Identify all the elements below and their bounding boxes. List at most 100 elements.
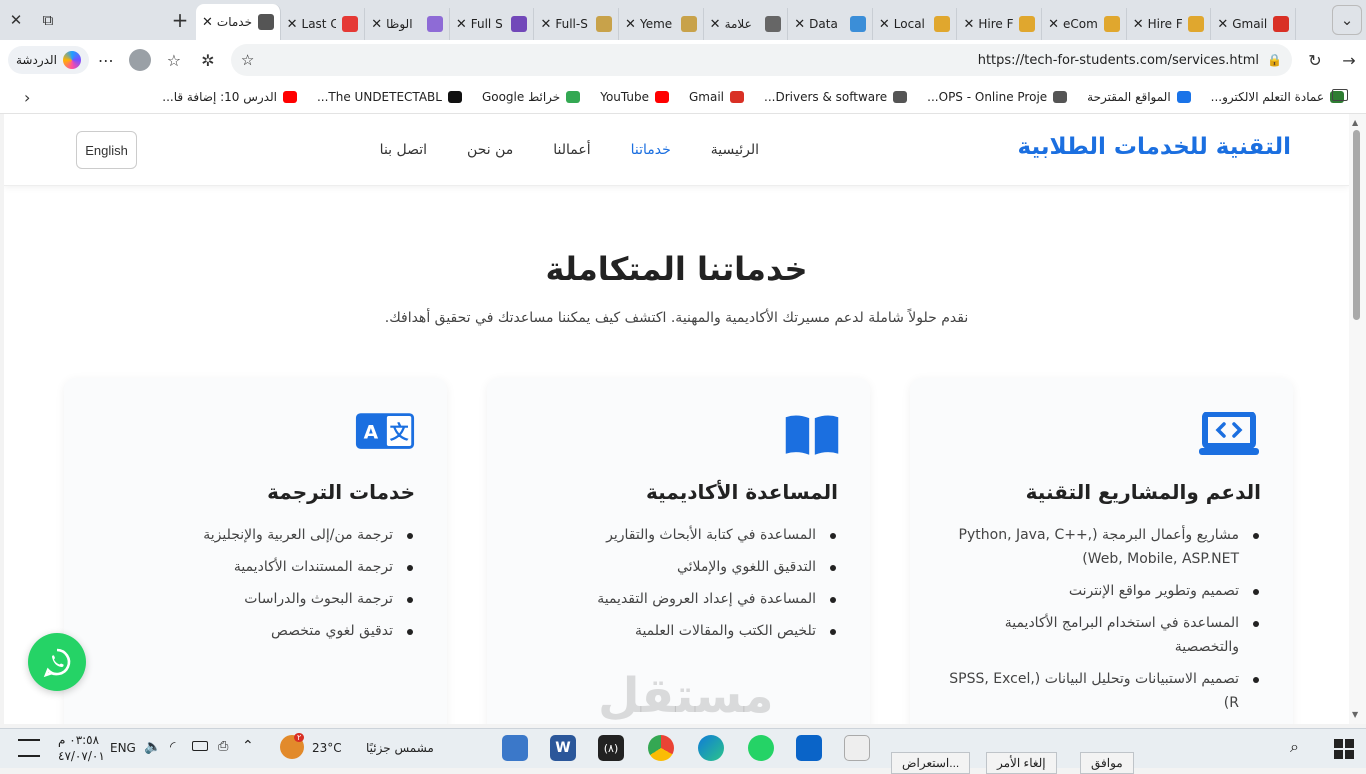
taskbar-app-3[interactable]: (٨) [598,735,624,761]
close-tab-icon[interactable]: ✕ [371,17,382,32]
whatsapp-app-icon[interactable] [748,735,774,761]
bookmark-icon [447,90,462,103]
notification-center-icon[interactable] [18,739,40,757]
browser-tab[interactable]: ✕ Hire F [1127,8,1212,40]
bookmark-item[interactable]: المواقع المقترحة [1077,90,1201,104]
browser-tab[interactable]: ✕ eCom [1042,8,1127,40]
bookmarks-folder-icon[interactable] [1332,89,1348,101]
bookmark-item[interactable]: YouTube [590,90,679,104]
windows-start-icon[interactable] [1334,739,1354,759]
bookmark-item[interactable]: الدرس 10: إضافة قا... [152,90,307,104]
edge-icon[interactable] [698,735,724,761]
close-tab-icon[interactable]: ✕ [710,17,721,32]
volume-icon[interactable]: 🔈 [144,739,161,755]
scroll-up-icon[interactable]: ▲ [1352,118,1358,127]
close-tab-icon[interactable]: ✕ [963,17,974,32]
input-language[interactable]: ENG [110,741,136,755]
chrome-icon[interactable] [648,735,674,761]
browser-tab[interactable]: ✕ Last C [281,8,366,40]
word-app-icon[interactable]: W [550,735,576,761]
bookmarks-overflow-icon[interactable]: ‹ [24,88,30,107]
page-scrollbar[interactable]: ▲ ▼ [1349,114,1366,724]
lock-icon[interactable]: 🔒 [1267,53,1282,67]
outlook-icon[interactable] [796,735,822,761]
copilot-label: الدردشة [16,53,57,67]
address-bar[interactable]: ☆ https://tech-for-students.com/services… [230,44,1292,76]
browser-tab[interactable]: ✕ Yeme [619,8,704,40]
add-favorite-icon[interactable]: ☆ [241,51,254,69]
bookmark-item[interactable]: OPS - Online Proje... [917,90,1077,104]
profile-avatar[interactable] [123,44,157,76]
wifi-icon[interactable]: ◜ [170,739,175,755]
url-text[interactable]: https://tech-for-students.com/services.h… [254,53,1267,68]
language-toggle-button[interactable]: English [76,131,137,169]
nav-link[interactable]: اتصل بنا [380,142,427,158]
whatsapp-chat-button[interactable] [28,633,86,691]
show-hidden-icons[interactable]: ⌃ [242,738,254,754]
list-item: تصميم وتطوير مواقع الإنترنت [940,579,1261,603]
refresh-icon[interactable]: ↻ [1298,44,1332,76]
tab-list-dropdown-icon[interactable]: ⌄ [1332,5,1362,35]
browser-tab[interactable]: ✕ Full-S [534,8,620,40]
close-tab-icon[interactable]: ✕ [1133,17,1144,32]
bookmark-item[interactable]: Gmail [679,90,754,104]
gmail-icon [1272,16,1289,32]
close-tab-icon[interactable]: ✕ [287,17,298,32]
close-tab-icon[interactable]: ✕ [540,17,551,32]
search-icon[interactable]: ⌕ [1290,737,1299,757]
taskbar-app-1[interactable] [502,735,528,761]
bookmark-item[interactable]: عمادة التعلم الالكترو... [1201,90,1354,104]
doc-icon [765,16,782,32]
close-tab-icon[interactable]: ✕ [456,17,467,32]
browser-tab[interactable]: ✕ Data [788,8,873,40]
close-tab-icon[interactable]: ✕ [794,17,805,32]
browser-tab[interactable]: ✕ Local [873,8,958,40]
close-tab-icon[interactable]: ✕ [1217,17,1228,32]
nav-link[interactable]: أعمالنا [553,142,590,158]
nav-link[interactable]: من نحن [467,142,513,158]
battery-icon[interactable] [192,741,208,751]
browser-tab[interactable]: ✕ Hire F [957,8,1043,40]
copilot-chat-button[interactable]: الدردشة [8,46,89,74]
site-brand[interactable]: التقنية للخدمات الطلابية [1018,134,1291,160]
close-tab-icon[interactable]: ✕ [1048,17,1059,32]
extensions-icon[interactable]: ✲ [191,44,225,76]
bookmark-item[interactable]: Drivers & software... [754,90,917,104]
nav-link[interactable]: خدماتنا [631,142,671,158]
card-list: ترجمة من/إلى العربية والإنجليزية ترجمة ال… [94,523,415,651]
close-tab-icon[interactable]: ✕ [202,15,213,30]
browser-tab[interactable]: ✕ خدمات [196,4,281,40]
tab-label: خدمات [216,15,252,29]
scrollbar-thumb[interactable] [1353,130,1360,320]
bookmark-item[interactable]: خرائط Google [472,90,590,104]
close-window-icon[interactable]: ✕ [0,4,32,36]
clock-date[interactable]: ٤٧/٠٧/٠١ [58,749,105,763]
bookmark-item[interactable]: The UNDETECTABL... [307,90,472,104]
card-list: مشاريع وأعمال البرمجة (Python, Java, C++… [940,523,1261,723]
ok-button[interactable]: موافق [1080,752,1134,774]
tab-actions-icon[interactable]: ⧉ [32,4,64,36]
weather-text[interactable]: مشمس جزئيًا [366,741,434,755]
nav-link[interactable]: الرئيسية [711,142,759,158]
bookmark-label: Gmail [689,89,725,104]
meet-now-icon[interactable]: ⎙ [218,739,228,754]
browser-tab[interactable]: ✕ علامة [704,8,789,40]
favorites-icon[interactable]: ☆ [157,44,191,76]
weather-temp[interactable]: 23°C [312,741,342,755]
tab-label: Yeme [639,17,673,31]
clock-time[interactable]: ٠٣:٥٨ م [58,733,99,747]
cancel-button[interactable]: إلغاء الأمر [986,752,1057,774]
address-row: الدردشة ⋯ ☆ ✲ ☆ https://tech-for-student… [0,40,1366,80]
new-tab-button[interactable]: + [164,4,196,36]
more-options-icon[interactable]: ⋯ [89,44,123,76]
close-tab-icon[interactable]: ✕ [625,17,636,32]
bookmark-label: المواقع المقترحة [1087,89,1171,104]
close-tab-icon[interactable]: ✕ [879,17,890,32]
browser-tab[interactable]: ✕ الوظا [365,8,450,40]
store-icon[interactable] [844,735,870,761]
forward-icon[interactable]: → [1332,44,1366,76]
browse-button[interactable]: استعراض... [891,752,971,774]
browser-tab[interactable]: ✕ Gmail [1211,8,1296,40]
browser-tab[interactable]: ✕ Full S [450,8,535,40]
scroll-down-icon[interactable]: ▼ [1352,710,1358,719]
